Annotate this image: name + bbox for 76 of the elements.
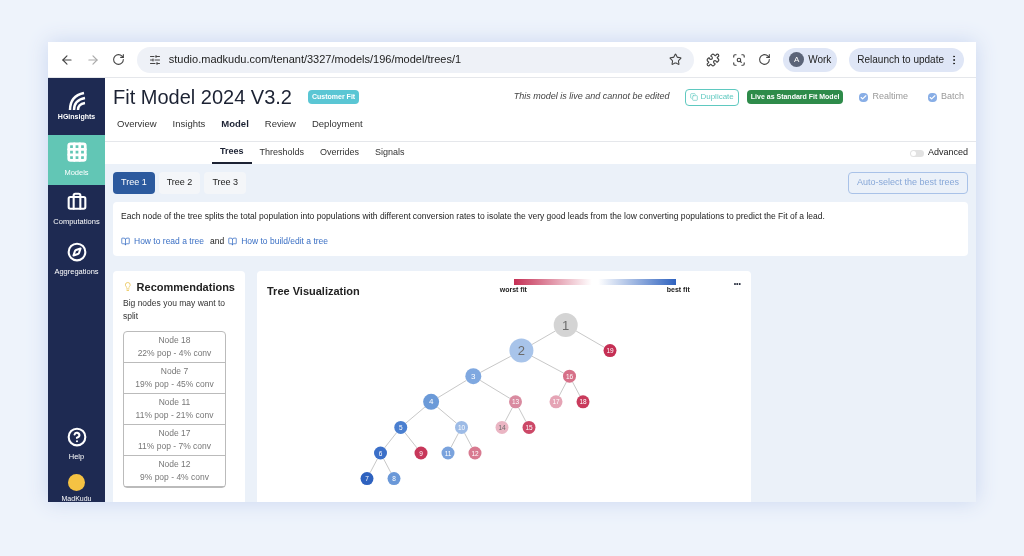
reload-icon[interactable] bbox=[111, 53, 125, 66]
bookmark-icon[interactable] bbox=[669, 53, 683, 66]
relaunch-button[interactable]: Relaunch to update bbox=[849, 47, 964, 72]
advanced-toggle[interactable] bbox=[909, 149, 924, 157]
lightbulb-icon bbox=[123, 281, 133, 293]
book-icon bbox=[121, 236, 130, 246]
address-bar[interactable]: studio.madkudu.com/tenant/3327/models/196/model/trees/1 bbox=[136, 46, 695, 73]
book-icon bbox=[228, 236, 238, 246]
checkbox-option[interactable]: Batch bbox=[928, 90, 964, 104]
screen-search-icon[interactable] bbox=[732, 52, 747, 67]
recommendations-title: Recommendations bbox=[136, 279, 235, 295]
tree-tab[interactable]: Tree 2 bbox=[158, 172, 201, 194]
tree-edge bbox=[479, 379, 511, 399]
recommended-node[interactable]: Node 18 22% pop - 4% conv bbox=[124, 332, 225, 363]
tree-edge bbox=[404, 432, 418, 449]
help-icon bbox=[66, 426, 87, 447]
help-link[interactable]: How to read a tree bbox=[134, 234, 204, 248]
sync-icon[interactable] bbox=[758, 53, 772, 66]
advanced-label: Advanced bbox=[927, 146, 968, 160]
tree-edge bbox=[479, 355, 512, 373]
recommended-node[interactable]: Node 12 9% pop - 4% conv bbox=[124, 456, 225, 487]
nav-tab[interactable]: Model bbox=[221, 117, 249, 132]
tree-edge bbox=[504, 407, 513, 423]
checkbox[interactable] bbox=[928, 92, 937, 102]
recommended-node[interactable]: Node 11 11% pop - 21% conv bbox=[124, 394, 225, 425]
tree-tab[interactable]: Tree 3 bbox=[204, 172, 247, 194]
copy-icon bbox=[690, 93, 699, 101]
site-settings-icon[interactable] bbox=[148, 53, 161, 66]
sub-tab[interactable]: Thresholds bbox=[251, 142, 313, 164]
nav-tab[interactable]: Insights bbox=[172, 117, 206, 132]
nav-tab[interactable]: Deployment bbox=[311, 117, 363, 132]
user-avatar[interactable] bbox=[68, 474, 85, 491]
tree-edge bbox=[572, 381, 581, 397]
tree-edge bbox=[437, 379, 467, 399]
sub-tab[interactable]: Trees bbox=[212, 142, 252, 164]
tree-edge bbox=[405, 406, 426, 424]
check-icon bbox=[860, 93, 868, 101]
tree-edge bbox=[518, 407, 527, 423]
tree-edge bbox=[450, 432, 459, 448]
compass-icon bbox=[66, 242, 87, 263]
tree-edge bbox=[531, 330, 556, 346]
check-icon bbox=[929, 93, 936, 101]
recommendations-subtitle: Big nodes you may want to split bbox=[123, 297, 227, 323]
tree-node[interactable]: 1 bbox=[553, 313, 578, 337]
sub-tab[interactable]: Signals bbox=[367, 142, 413, 164]
tree-edge bbox=[436, 406, 458, 424]
tree-node[interactable]: 4 bbox=[423, 393, 440, 410]
tree-edge bbox=[575, 330, 605, 348]
tree-edge bbox=[384, 432, 398, 449]
tree-node[interactable]: 2 bbox=[509, 338, 534, 363]
info-text: Each node of the tree splits the total population into populations with different conversion rates to isolate the very good leads from the low converting populations to predict the Fit of a lead. bbox=[121, 210, 826, 223]
recommended-node[interactable]: Node 17 11% pop - 7% conv bbox=[124, 425, 225, 456]
recommended-node[interactable]: Node 7 19% pop - 45% conv bbox=[124, 363, 225, 394]
extensions-icon[interactable] bbox=[706, 52, 721, 67]
nav-tab[interactable]: Overview bbox=[117, 117, 157, 132]
checkbox[interactable] bbox=[859, 92, 869, 102]
back-icon[interactable] bbox=[60, 52, 74, 67]
nav-tab[interactable]: Review bbox=[264, 117, 296, 132]
toolbox-icon bbox=[66, 192, 87, 213]
checkbox-option[interactable]: Realtime bbox=[859, 90, 908, 104]
help-link[interactable]: How to build/edit a tree bbox=[241, 234, 329, 248]
profile-avatar: A bbox=[789, 52, 805, 67]
live-notice: This model is live and cannot be edited bbox=[513, 90, 670, 104]
tree-edge bbox=[383, 458, 392, 474]
tree-edge bbox=[558, 381, 567, 397]
tree-edge bbox=[369, 458, 378, 474]
tree-tab[interactable]: Tree 1 bbox=[113, 172, 155, 194]
profile-button[interactable]: A Work bbox=[783, 47, 838, 72]
model-title: Fit Model 2024 V3.2 bbox=[113, 85, 292, 110]
tree-title: Tree Visualization bbox=[267, 283, 360, 299]
tree-edge bbox=[464, 432, 473, 448]
grid-icon bbox=[65, 141, 88, 164]
url-text: studio.madkudu.com/tenant/3327/models/196/model/trees/1 bbox=[168, 52, 463, 68]
tree-edge bbox=[531, 355, 565, 374]
sub-tab[interactable]: Overrides bbox=[312, 142, 368, 164]
link-joiner: and bbox=[209, 234, 225, 248]
